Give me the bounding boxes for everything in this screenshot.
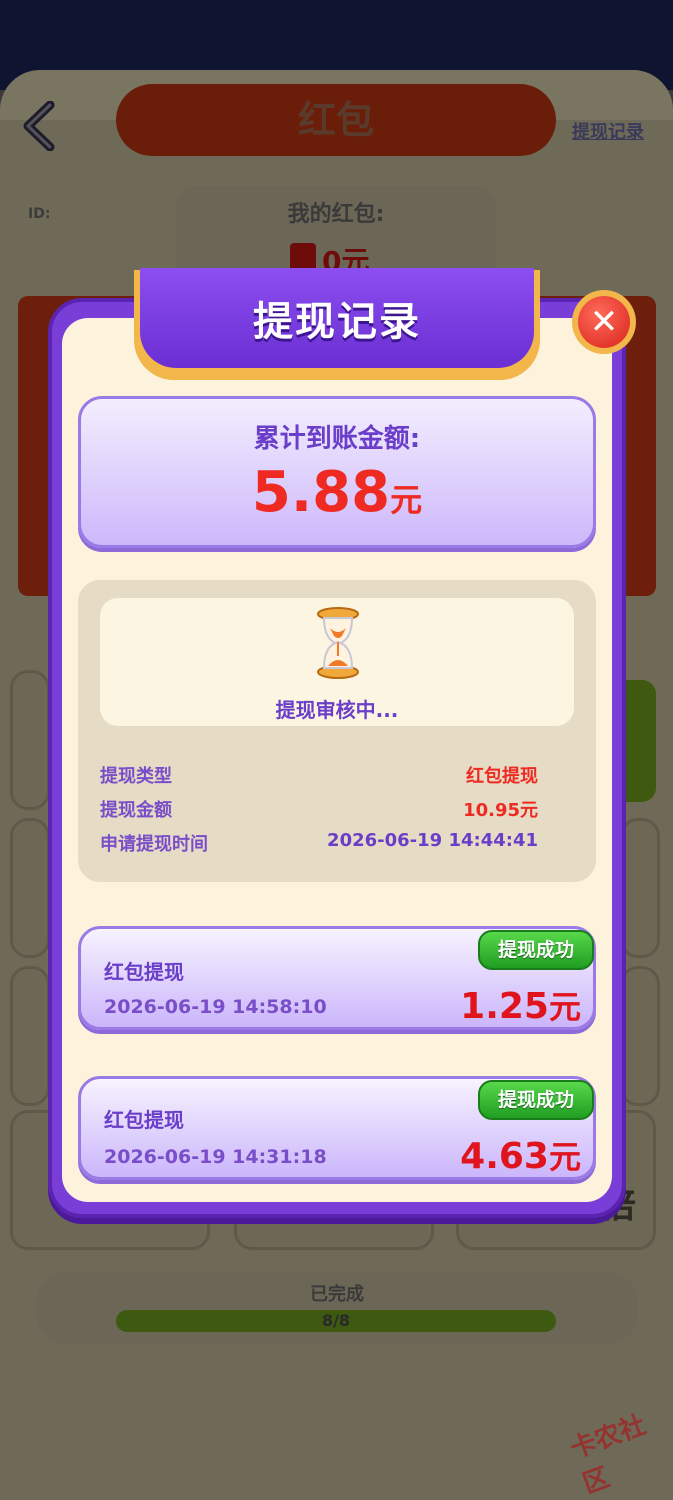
record-amount-value: 1.25 xyxy=(460,986,549,1027)
task-card xyxy=(10,966,50,1106)
total-received-label: 累计到账金额: xyxy=(253,424,421,454)
record-amount-unit: 元 xyxy=(548,988,581,1026)
withdraw-record-link[interactable]: 提现记录 xyxy=(572,118,644,144)
my-redpacket-label: 我的红包: xyxy=(287,202,385,227)
task-card xyxy=(10,818,50,958)
record-type: 红包提现 xyxy=(104,1108,184,1132)
back-button[interactable] xyxy=(18,100,66,152)
user-id-label: ID: xyxy=(28,206,51,222)
hourglass-icon xyxy=(317,607,359,679)
record-time: 2026-06-19 14:31:18 xyxy=(104,1146,327,1168)
record-amount: 1.25元 xyxy=(460,982,581,1028)
total-received-amount: 5.88元 xyxy=(78,460,596,525)
close-button[interactable]: ✕ xyxy=(572,290,636,354)
progress-label: 已完成 xyxy=(310,1284,364,1305)
record-amount-unit: 元 xyxy=(548,1138,581,1176)
pending-row-time: 申请提现时间 2026-06-19 14:44:41 xyxy=(100,830,538,856)
row-value: 10.95元 xyxy=(463,800,538,821)
record-amount-value: 4.63 xyxy=(460,1136,549,1177)
row-key: 申请提现时间 xyxy=(100,834,208,855)
row-value: 红包提现 xyxy=(466,766,538,787)
success-badge: 提现成功 xyxy=(478,1080,594,1120)
row-key: 提现类型 xyxy=(100,766,172,787)
task-card xyxy=(620,818,660,958)
task-card xyxy=(620,966,660,1106)
pending-row-type: 提现类型 红包提现 xyxy=(100,762,538,788)
success-badge: 提现成功 xyxy=(478,930,594,970)
record-amount: 4.63元 xyxy=(460,1132,581,1178)
total-amount-unit: 元 xyxy=(390,481,423,519)
page-title: 红包 xyxy=(116,84,556,156)
close-icon: ✕ xyxy=(578,296,630,348)
progress-bar: 8/8 xyxy=(116,1310,556,1332)
pending-row-amount: 提现金额 10.95元 xyxy=(100,796,538,822)
task-card xyxy=(10,670,50,810)
total-amount-value: 5.88 xyxy=(251,460,391,525)
record-type: 红包提现 xyxy=(104,960,184,984)
pending-status-text: 提现审核中... xyxy=(275,698,399,722)
row-value: 2026-06-19 14:44:41 xyxy=(327,830,538,851)
record-time: 2026-06-19 14:58:10 xyxy=(104,996,327,1018)
back-arrow-icon xyxy=(23,101,55,151)
row-key: 提现金额 xyxy=(100,800,172,821)
dialog-title: 提现记录 xyxy=(140,268,534,368)
